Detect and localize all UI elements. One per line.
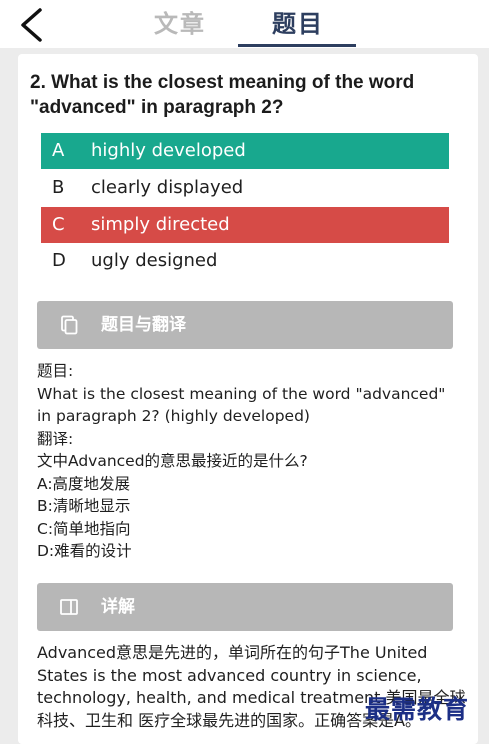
top-bar: 文章 题目 — [0, 0, 489, 48]
option-letter: D — [52, 250, 66, 271]
option-text: highly developed — [91, 140, 246, 161]
option-letter: B — [52, 177, 65, 198]
translation-text: 题目: What is the closest meaning of the w… — [37, 360, 457, 563]
translation-line: D:难看的设计 — [37, 542, 132, 560]
tab-article[interactable]: 文章 — [154, 4, 206, 39]
translation-line: C:简单地指向 — [37, 519, 131, 538]
analysis-section-title: 详解 — [101, 597, 135, 617]
translation-line: in paragraph 2? (highly developed) — [37, 407, 310, 425]
option-letter: C — [52, 214, 65, 235]
translation-line: What is the closest meaning of the word … — [37, 384, 446, 403]
translation-section-title: 题目与翻译 — [101, 315, 186, 335]
analysis-section-header[interactable]: 详解 — [37, 583, 453, 631]
option-b[interactable]: B clearly displayed — [41, 170, 449, 206]
active-tab-indicator — [238, 44, 356, 47]
copy-document-icon — [59, 315, 79, 335]
option-text: simply directed — [91, 214, 230, 235]
question-text: 2. What is the closest meaning of the wo… — [30, 72, 415, 118]
watermark-logo: 最需教育 — [365, 695, 470, 724]
translation-line: A:高度地发展 — [37, 474, 131, 493]
option-text: clearly displayed — [91, 177, 244, 198]
option-c[interactable]: C simply directed — [41, 207, 449, 243]
translation-section-header[interactable]: 题目与翻译 — [37, 301, 453, 349]
notebook-icon — [59, 597, 79, 617]
back-arrow-icon[interactable] — [14, 6, 50, 44]
option-d[interactable]: D ugly designed — [41, 243, 449, 279]
option-letter: A — [52, 140, 65, 161]
option-a[interactable]: A highly developed — [41, 133, 449, 169]
tab-question[interactable]: 题目 — [272, 4, 324, 39]
translation-line: 文中Advanced的意思最接近的是什么? — [37, 452, 308, 470]
option-text: ugly designed — [91, 250, 218, 271]
translation-line: B:清晰地显示 — [37, 497, 131, 515]
translation-line: 题目: — [37, 362, 74, 380]
translation-line: 翻译: — [37, 429, 74, 448]
